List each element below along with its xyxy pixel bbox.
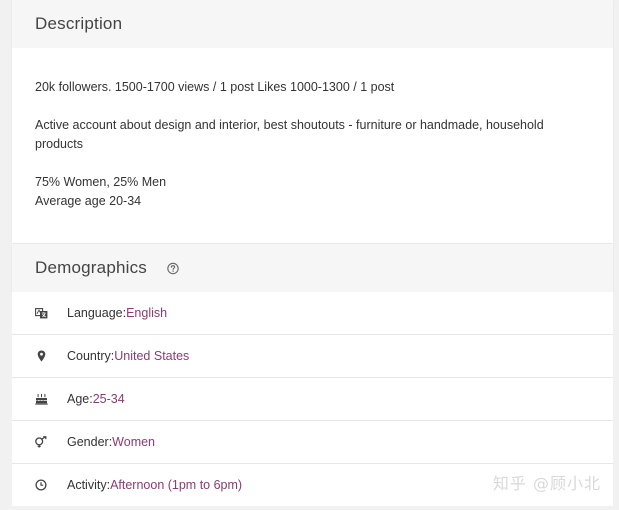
country-label: Country:	[67, 349, 115, 363]
demographics-row-age: Age: 25-34	[12, 377, 613, 420]
activity-value: Afternoon (1pm to 6pm)	[110, 478, 243, 492]
gender-label: Gender:	[67, 435, 113, 449]
description-audience-split: 75% Women, 25% Men Average age 20-34	[35, 173, 590, 211]
country-value: United States	[114, 349, 190, 363]
location-pin-icon	[34, 349, 48, 363]
demographics-row-language: Language: English	[12, 292, 613, 334]
demographics-header-panel: Demographics	[12, 244, 613, 292]
description-title: Description	[35, 14, 123, 33]
gender-value: Women	[112, 435, 156, 449]
description-stats: 20k followers. 1500-1700 views / 1 post …	[35, 80, 395, 94]
gender-icon	[34, 435, 48, 449]
language-icon	[34, 306, 48, 320]
watermark: 知乎 @顾小北	[492, 474, 601, 493]
demographics-title: Demographics	[35, 258, 148, 277]
demographics-header: Demographics	[12, 244, 613, 292]
description-panel: Description 20k followers. 1500-1700 vie…	[12, 0, 613, 243]
activity-label: Activity:	[67, 478, 111, 492]
description-about: Active account about design and interior…	[35, 118, 544, 151]
clock-icon	[34, 478, 48, 492]
demographics-row-country: Country: United States	[12, 334, 613, 377]
question-circle-icon[interactable]	[167, 262, 179, 275]
age-label: Age:	[67, 392, 93, 406]
description-header: Description	[12, 0, 613, 48]
description-average-age: Average age 20-34	[35, 194, 142, 208]
cake-icon	[34, 392, 48, 406]
description-body: 20k followers. 1500-1700 views / 1 post …	[12, 48, 613, 243]
demographics-row-gender: Gender: Women	[12, 420, 613, 463]
description-gender-split: 75% Women, 25% Men	[35, 175, 167, 189]
age-value: 25-34	[92, 392, 125, 406]
language-label: Language:	[67, 306, 127, 320]
language-value: English	[126, 306, 168, 320]
listing-details: Description 20k followers. 1500-1700 vie…	[12, 0, 613, 510]
